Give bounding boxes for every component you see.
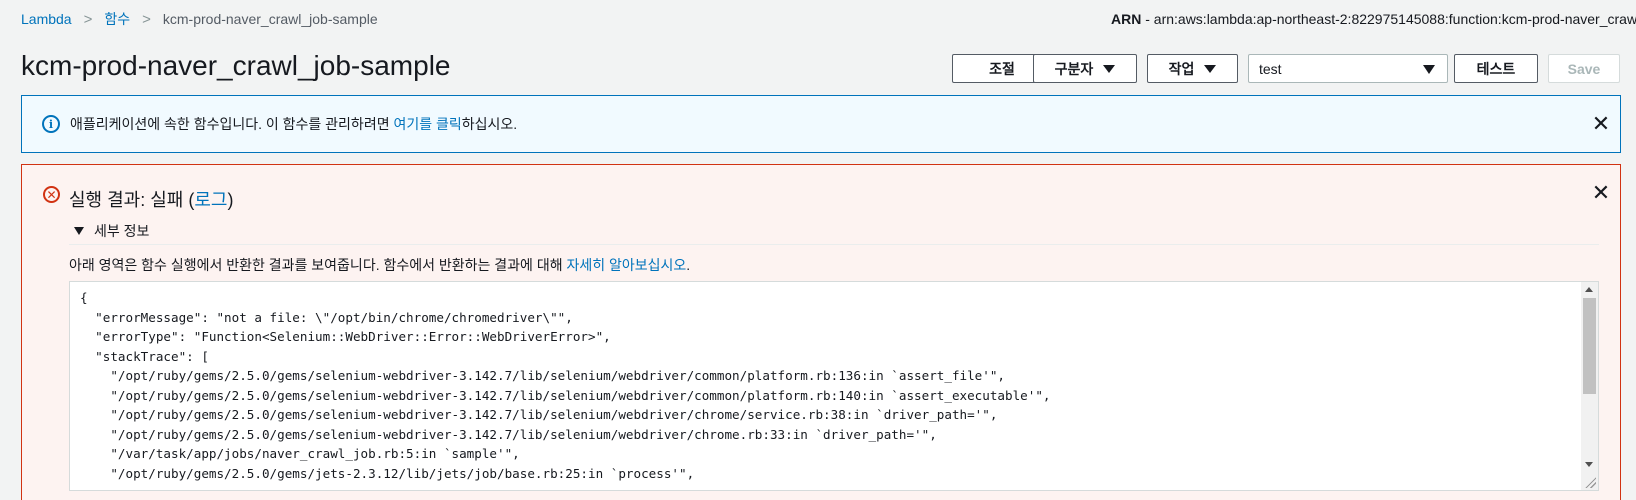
test-event-selected: test (1259, 60, 1282, 77)
result-description: 아래 영역은 함수 실행에서 반환한 결과를 보여줍니다. 함수에서 반환하는 … (69, 255, 690, 275)
execution-result-title: 실행 결과: 실패 (로그) (69, 186, 233, 212)
info-text-after: 하십시오. (461, 116, 518, 132)
code-line: "/opt/ruby/gems/2.5.0/gems/selenium-webd… (80, 368, 1006, 383)
code-line: "/var/task/app/jobs/naver_crawl_job.rb:5… (80, 446, 520, 461)
learn-more-link[interactable]: 자세히 알아보십시오 (566, 257, 686, 273)
test-button[interactable]: 테스트 (1454, 54, 1538, 83)
desc-text-after: . (686, 257, 691, 273)
qualifiers-button-label: 구분자 (1054, 60, 1094, 77)
result-title-suffix: ) (227, 190, 234, 210)
test-button-label: 테스트 (1476, 60, 1516, 77)
qualifiers-button[interactable]: 구분자 (1033, 54, 1137, 83)
code-line: "/opt/ruby/gems/2.5.0/gems/selenium-webd… (80, 426, 937, 442)
scrollbar-thumb[interactable] (1583, 298, 1596, 394)
logs-link[interactable]: 로그 (194, 190, 227, 210)
vertical-scrollbar[interactable] (1581, 282, 1598, 490)
execution-result-panel: ✕ 실행 결과: 실패 (로그) ✕ 세부 정보 아래 영역은 함수 실행에서 … (21, 164, 1621, 500)
save-button-label: Save (1567, 60, 1601, 77)
scroll-up-icon[interactable] (1585, 287, 1593, 292)
resize-handle-icon[interactable] (1584, 476, 1596, 488)
close-icon[interactable]: ✕ (1591, 113, 1611, 135)
breadcrumb-current-function: kcm-prod-naver_crawl_job-sample (162, 11, 378, 27)
code-line: "/opt/ruby/gems/2.5.0/gems/selenium-webd… (80, 407, 998, 422)
breadcrumb-functions[interactable]: 함수 (104, 9, 130, 29)
info-icon: i (42, 115, 60, 133)
error-icon: ✕ (43, 186, 60, 203)
result-output-textarea[interactable]: { "errorMessage": "not a file: \"/opt/bi… (69, 281, 1599, 491)
close-icon[interactable]: ✕ (1591, 182, 1611, 204)
actions-button[interactable]: 작업 (1147, 54, 1238, 83)
result-title-prefix: 실행 결과: 실패 ( (69, 190, 195, 210)
breadcrumb-separator: > (142, 10, 151, 28)
scroll-down-icon[interactable] (1585, 462, 1593, 467)
caret-down-icon (1204, 64, 1217, 73)
breadcrumb-lambda[interactable]: Lambda (21, 11, 72, 27)
actions-button-label: 작업 (1168, 60, 1195, 77)
test-event-select[interactable]: test (1248, 54, 1448, 83)
details-label: 세부 정보 (94, 223, 150, 239)
info-message: 애플리케이션에 속한 함수입니다. 이 함수를 관리하려면 여기를 클릭하십시오… (70, 114, 517, 134)
code-line: "/opt/ruby/gems/2.5.0/gems/selenium-webd… (80, 387, 1051, 403)
code-line: "errorType": "Function<Selenium::WebDriv… (80, 329, 611, 344)
arn-label: ARN (1111, 11, 1142, 27)
arn-display: ARN - arn:aws:lambda:ap-northeast-2:8229… (1111, 11, 1636, 27)
throttle-button-label: 조절 (989, 60, 1015, 77)
result-json: { "errorMessage": "not a file: \"/opt/bi… (80, 288, 1578, 483)
divider (69, 244, 1599, 245)
code-line: "stackTrace": [ (80, 348, 209, 364)
save-button[interactable]: Save (1548, 54, 1620, 83)
desc-text-before: 아래 영역은 함수 실행에서 반환한 결과를 보여줍니다. 함수에서 반환하는 … (69, 257, 567, 273)
caret-down-icon (1423, 65, 1435, 74)
caret-down-icon (1103, 64, 1116, 73)
info-flashbar: i 애플리케이션에 속한 함수입니다. 이 함수를 관리하려면 여기를 클릭하십… (21, 95, 1621, 153)
details-expander[interactable]: 세부 정보 (74, 221, 149, 241)
page-title: kcm-prod-naver_crawl_job-sample (21, 50, 451, 81)
code-line: "errorMessage": "not a file: \"/opt/bin/… (80, 309, 573, 325)
info-text-before: 애플리케이션에 속한 함수입니다. 이 함수를 관리하려면 (70, 116, 394, 132)
code-line: "/opt/ruby/gems/2.5.0/gems/jets-2.3.12/l… (80, 465, 695, 481)
breadcrumb-separator: > (83, 10, 93, 28)
manage-application-link[interactable]: 여기를 클릭 (393, 116, 461, 132)
caret-down-icon (74, 227, 84, 235)
code-line: { (80, 290, 88, 305)
arn-value: - arn:aws:lambda:ap-northeast-2:82297514… (1145, 11, 1636, 27)
